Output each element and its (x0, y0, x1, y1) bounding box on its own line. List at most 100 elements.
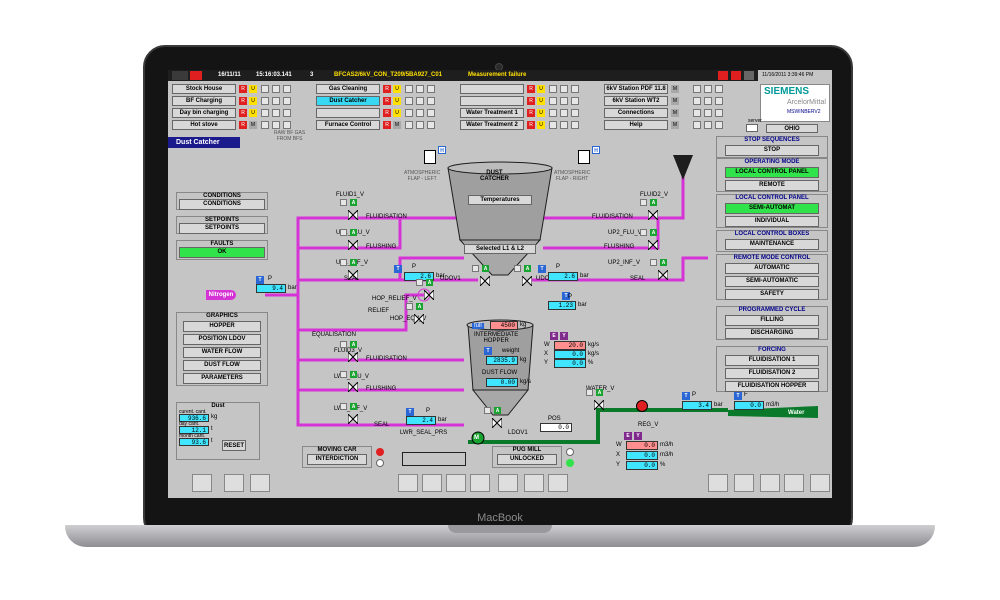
right-panel-button[interactable]: LOCAL CONTROL PANEL (725, 167, 819, 178)
checklist-icon[interactable] (784, 474, 804, 492)
unlocked-button[interactable]: UNLOCKED (497, 454, 557, 465)
undo-icon[interactable] (498, 474, 518, 492)
x-unit: kg/s (588, 351, 600, 357)
confirm-icon[interactable] (810, 474, 830, 492)
atm-left-flap-icon[interactable] (424, 150, 436, 164)
valve-checkbox[interactable] (514, 265, 521, 272)
right-group-rm: REMOTE MODE CONTROL AUTOMATIC SEMI-AUTOMAT… (716, 254, 828, 300)
right-panel-button[interactable]: FLUIDISATION HOPPER (725, 381, 819, 392)
valve-icon[interactable] (479, 274, 491, 288)
hopper-p-unit: bar (578, 302, 587, 308)
valve-checkbox[interactable] (650, 259, 657, 266)
interdiction-button[interactable]: INTERDICTION (307, 454, 367, 465)
horn-icon[interactable] (734, 474, 754, 492)
temperatures-button[interactable]: Temperatures (468, 195, 532, 205)
nitrogen-unit: bar (288, 285, 297, 291)
atm-right-flap-icon[interactable] (578, 150, 590, 164)
refresh-icon[interactable] (524, 474, 544, 492)
valve-icon[interactable] (423, 288, 435, 302)
play-icon[interactable] (192, 474, 212, 492)
dust-row: day cant. 12.1 t (177, 421, 259, 434)
down-arrow-icon[interactable] (446, 474, 466, 492)
valve-checkbox[interactable] (340, 259, 347, 266)
valve-a-tag: A (650, 199, 657, 206)
valve-icon[interactable] (347, 412, 359, 426)
right-panel-button[interactable]: MAINTENANCE (725, 239, 819, 250)
valve-checkbox[interactable] (406, 303, 413, 310)
graphics-hopper-button[interactable]: HOPPER (183, 321, 261, 332)
valve-icon[interactable] (647, 208, 659, 222)
valve-checkbox[interactable] (340, 199, 347, 206)
selected-button[interactable]: Selected L1 & L2 (464, 244, 536, 254)
valve-icon[interactable] (647, 238, 659, 252)
dust-row: curent. cant. 936.6 kg (177, 409, 259, 422)
valve-icon[interactable] (657, 268, 669, 282)
print-icon[interactable] (708, 474, 728, 492)
tag-t-nitrogen: T (256, 276, 264, 284)
right-panel-button[interactable]: SEMI-AUTOMAT (725, 203, 819, 214)
pos-value: 0.0 (540, 423, 572, 432)
reg-w-unit: m3/h (660, 442, 674, 448)
faults-ok-button[interactable]: OK (179, 247, 265, 258)
right-group-forcing: FORCING FLUIDISATION 1 FLUIDISATION 2 FLUID… (716, 346, 828, 392)
graphics-list: HOPPER POSITION LDOV WATER FLOW DUST FLOW PA… (177, 321, 267, 384)
right-panel-button[interactable]: SEMI-AUTOMATIC (725, 276, 819, 287)
valve-icon[interactable] (521, 274, 533, 288)
up-arrow-icon[interactable] (422, 474, 442, 492)
valve-icon[interactable] (413, 312, 425, 326)
valve-checkbox[interactable] (340, 403, 347, 410)
graphics-water-flow-button[interactable]: WATER FLOW (183, 347, 261, 358)
valve-icon[interactable] (347, 208, 359, 222)
right-panel-button[interactable]: DISCHARGING (725, 328, 819, 339)
right-panel-button[interactable]: FLUIDISATION 2 (725, 368, 819, 379)
graphics-dust-flow-button[interactable]: DUST FLOW (183, 360, 261, 371)
tag-y-hopper: Y (560, 332, 568, 340)
right-panel-button[interactable]: FILLING (725, 315, 819, 326)
reset-button[interactable]: RESET (222, 440, 246, 451)
conditions-button[interactable]: CONDITIONS (179, 199, 265, 210)
valve-checkbox[interactable] (472, 265, 479, 272)
forward-icon[interactable] (548, 474, 568, 492)
graphics-parameters-button[interactable]: PARAMETERS (183, 373, 261, 384)
right-panel-button[interactable]: FLUIDISATION 1 (725, 355, 819, 366)
valve-checkbox[interactable] (640, 199, 647, 206)
valve-checkbox[interactable] (640, 229, 647, 236)
lwr-p-value: 2.4 (406, 416, 436, 425)
laptop-brand: MacBook (477, 512, 523, 524)
setpoints-button[interactable]: SETPOINTS (179, 223, 265, 234)
valve-a-tag: A (596, 389, 603, 396)
valve-checkbox[interactable] (416, 279, 423, 286)
valve-icon[interactable] (491, 416, 503, 430)
reg-w-letter: W (616, 442, 622, 448)
valve-checkbox[interactable] (340, 229, 347, 236)
valve-icon[interactable] (347, 380, 359, 394)
folder-icon[interactable] (250, 474, 270, 492)
valve-checkbox[interactable] (340, 341, 347, 348)
ack-icon[interactable] (760, 474, 780, 492)
right-panel-button[interactable]: STOP (725, 145, 819, 156)
reg-y-value: 0.0 (626, 461, 658, 470)
gas-inlet-arrow (673, 155, 693, 180)
y-letter: Y (544, 360, 549, 366)
right-panel-button[interactable]: SAFETY (725, 289, 819, 300)
valve-icon[interactable] (347, 268, 359, 282)
reg-valve-icon[interactable] (636, 400, 648, 412)
pug-mill-group: PUG MILL UNLOCKED (492, 446, 562, 468)
valve-checkbox[interactable] (586, 389, 593, 396)
valve-icon[interactable] (347, 350, 359, 364)
graphics-position-ldov-button[interactable]: POSITION LDOV (183, 334, 261, 345)
tools-icon[interactable] (224, 474, 244, 492)
graphics-group: GRAPHICS HOPPER POSITION LDOV WATER FLOW DU… (176, 312, 268, 386)
right-panel-button[interactable]: REMOTE (725, 180, 819, 191)
right-panel-button[interactable]: AUTOMATIC (725, 263, 819, 274)
valve-a-tag: A (350, 341, 357, 348)
right-arrow-icon[interactable] (470, 474, 490, 492)
lwr-p-label: P (426, 408, 431, 414)
valve-icon[interactable] (593, 398, 605, 412)
valve-checkbox[interactable] (484, 407, 491, 414)
right-panel-button[interactable]: INDIVIDUAL (725, 216, 819, 227)
valve-checkbox[interactable] (340, 371, 347, 378)
w-letter: W (544, 342, 550, 348)
left-arrow-icon[interactable] (398, 474, 418, 492)
valve-icon[interactable] (347, 238, 359, 252)
